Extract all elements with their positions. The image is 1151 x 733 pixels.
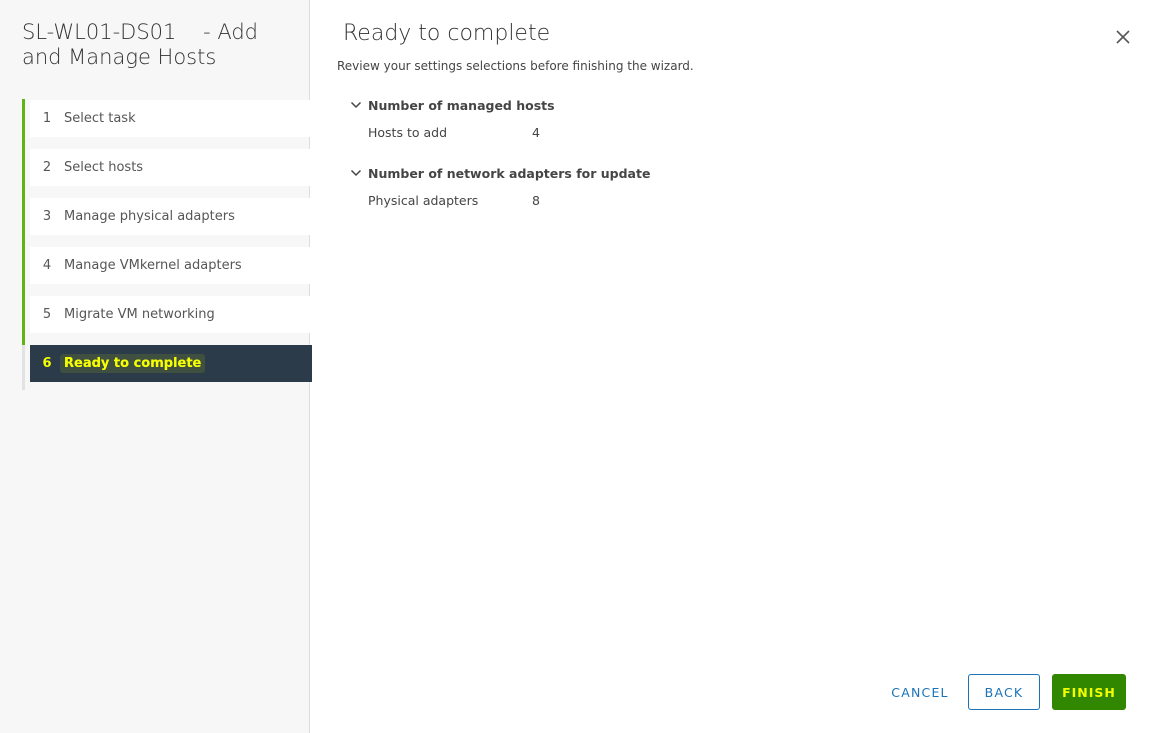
finish-button[interactable]: FINISH <box>1052 674 1126 710</box>
page-title: Ready to complete <box>343 21 551 46</box>
step-label: Select task <box>64 111 136 126</box>
step-label: Migrate VM networking <box>64 307 215 322</box>
wizard-title: SL-WL01-DS01 - Add and Manage Hosts <box>22 20 265 69</box>
close-icon <box>1116 30 1130 44</box>
step-label: Ready to complete <box>60 354 206 373</box>
step-select-task[interactable]: 1 Select task <box>22 99 312 149</box>
wizard-sidebar: SL-WL01-DS01 - Add and Manage Hosts 1 Se… <box>0 0 313 733</box>
step-manage-vmkernel-adapters[interactable]: 4 Manage VMkernel adapters <box>22 246 312 296</box>
step-number: 6 <box>42 356 52 371</box>
step-number: 1 <box>42 111 52 126</box>
section-header-label: Number of network adapters for update <box>368 165 651 181</box>
step-number: 2 <box>42 160 52 175</box>
step-number: 3 <box>42 209 52 224</box>
summary-value: 4 <box>532 125 540 140</box>
section-header-toggle[interactable]: Number of managed hosts <box>350 96 850 114</box>
step-number: 5 <box>42 307 52 322</box>
step-number: 4 <box>42 258 52 273</box>
close-button[interactable] <box>1112 26 1134 48</box>
section-header-toggle[interactable]: Number of network adapters for update <box>350 164 850 182</box>
summary-row: Hosts to add 4 <box>368 125 850 141</box>
summary-row: Physical adapters 8 <box>368 193 850 209</box>
chevron-down-icon <box>350 101 362 109</box>
back-button[interactable]: BACK <box>968 674 1040 710</box>
summary-key: Physical adapters <box>368 193 479 208</box>
section-network-adapters: Number of network adapters for update Ph… <box>350 164 850 209</box>
page-subtitle: Review your settings selections before f… <box>337 59 694 73</box>
chevron-down-icon <box>350 169 362 177</box>
step-label: Manage VMkernel adapters <box>64 258 242 273</box>
wizard-steps: 1 Select task 2 Select hosts 3 Manage ph… <box>22 99 313 390</box>
step-migrate-vm-networking[interactable]: 5 Migrate VM networking <box>22 295 312 345</box>
step-select-hosts[interactable]: 2 Select hosts <box>22 148 312 198</box>
section-managed-hosts: Number of managed hosts Hosts to add 4 <box>350 96 850 141</box>
summary-value: 8 <box>532 193 540 208</box>
summary-key: Hosts to add <box>368 125 447 140</box>
step-label: Select hosts <box>64 160 144 175</box>
cancel-button[interactable]: CANCEL <box>884 674 956 710</box>
step-ready-to-complete[interactable]: 6 Ready to complete <box>30 345 312 382</box>
step-label: Manage physical adapters <box>64 209 235 224</box>
step-manage-physical-adapters[interactable]: 3 Manage physical adapters <box>22 197 312 247</box>
section-header-label: Number of managed hosts <box>368 97 555 113</box>
